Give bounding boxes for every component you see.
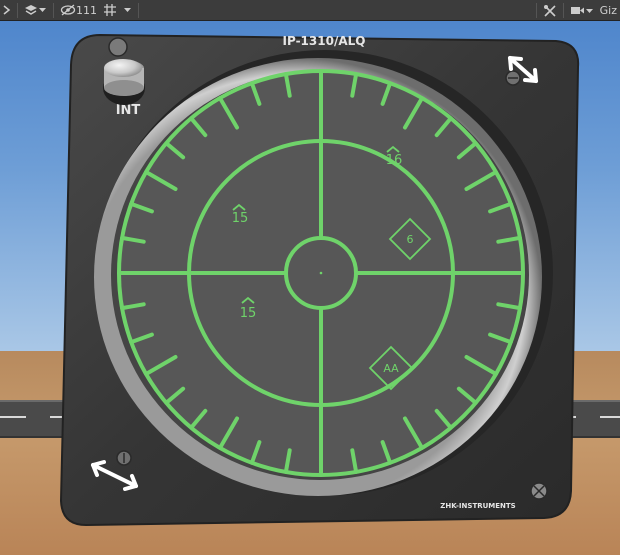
threat-label: AA [383, 362, 399, 375]
arrow-right-icon[interactable] [0, 0, 14, 21]
toolbar-divider [17, 2, 18, 18]
tools-button[interactable] [540, 0, 560, 21]
instrument-title: IP-1310/ALQ [283, 34, 366, 48]
knob-label: INT [116, 103, 141, 118]
layers-icon [25, 5, 37, 15]
gizmos-label: Giz [599, 4, 617, 17]
brand-label: ZHK-INSTRUMENTS [440, 502, 515, 510]
grid-dropdown[interactable] [120, 0, 135, 21]
toolbar-divider [138, 2, 139, 18]
threat-label: 6 [407, 233, 414, 246]
rwr-instrument: 16 15 15 6 AA IP-1310/ALQ INT ZHK-INSTRU… [59, 33, 580, 527]
grid-button[interactable] [100, 0, 120, 21]
screw-icon [530, 482, 548, 500]
toolbar-divider [53, 2, 54, 18]
camera-button[interactable] [567, 0, 597, 21]
center-dot [319, 271, 323, 275]
gizmos-button[interactable]: Giz [597, 0, 620, 21]
toolbar-divider [562, 3, 564, 18]
hidden-count: 111 [76, 3, 97, 17]
tools-icon [543, 4, 556, 17]
editor-toolbar: 111 Giz [0, 0, 620, 21]
grid-icon [104, 4, 116, 16]
threat-label: 16 [386, 153, 403, 168]
toolbar-divider [535, 3, 537, 18]
layers-button[interactable] [21, 0, 50, 21]
visibility-icon [60, 4, 76, 16]
chevron-down-icon [585, 8, 593, 13]
visibility-toggle[interactable]: 111 [57, 0, 100, 21]
chevron-down-icon [124, 8, 131, 12]
screw-icon [116, 450, 132, 466]
toolbar-right: Giz [533, 0, 620, 21]
screw-icon [505, 70, 521, 86]
threat-label: 15 [240, 306, 257, 321]
chevron-down-icon [39, 8, 46, 12]
threat-label: 15 [232, 211, 249, 226]
camera-icon [570, 7, 584, 14]
